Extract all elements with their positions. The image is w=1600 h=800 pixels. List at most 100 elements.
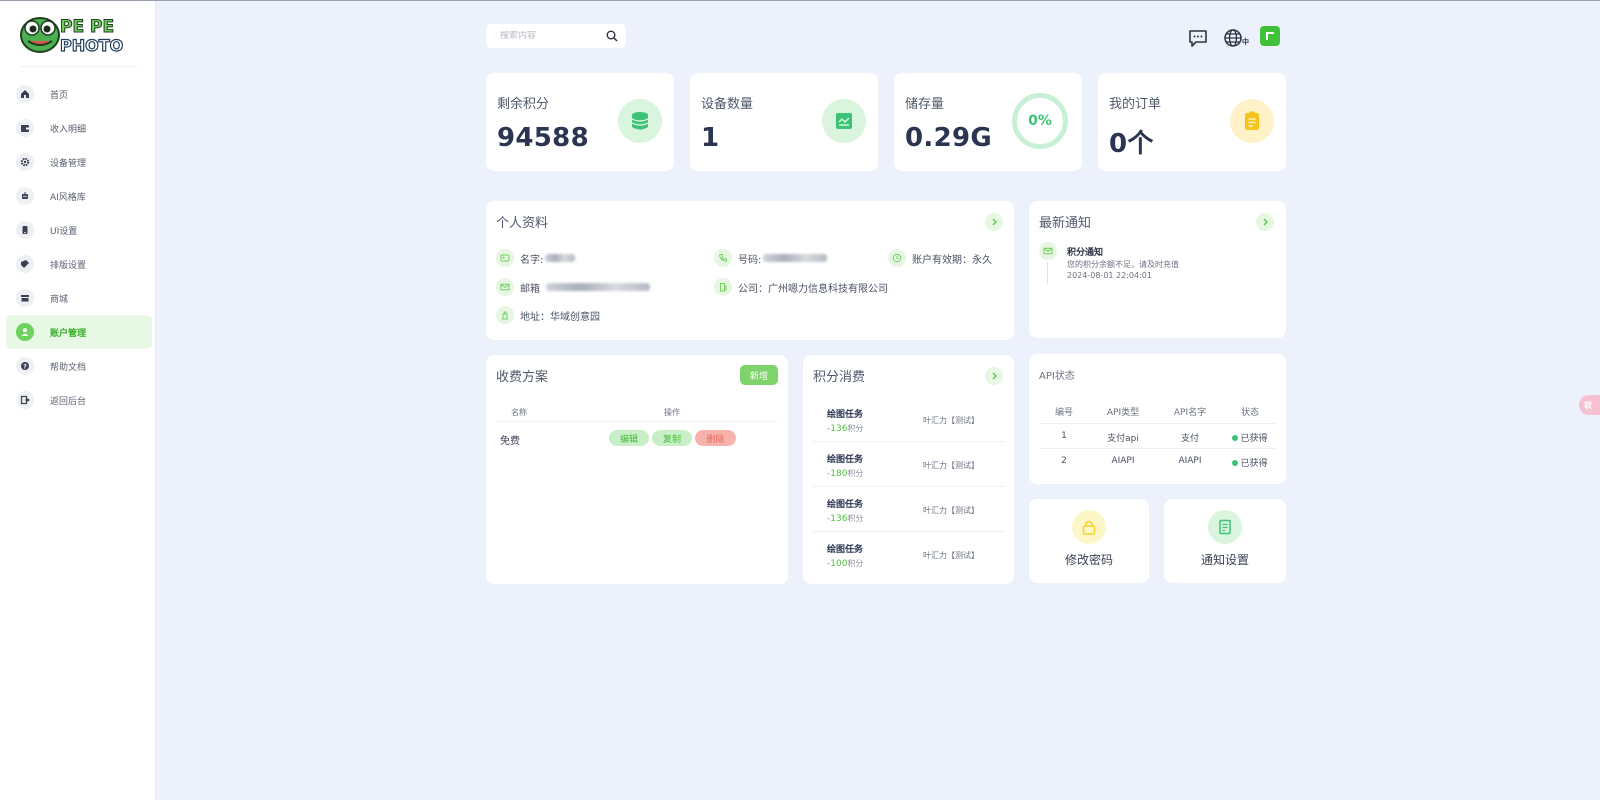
floating-tool-label: 软 [1584, 400, 1592, 410]
column-header-api-type: API类型 [1106, 408, 1140, 418]
storage-percent: 0% [1028, 113, 1052, 129]
lock-icon [1072, 510, 1106, 544]
api-row-id: 2 [1061, 456, 1067, 466]
phone-icon [16, 221, 34, 239]
profile-validity: 账户有效期：永久 [888, 249, 992, 267]
id-card-icon [496, 249, 514, 267]
stat-card-points: 剩余积分 94588 [486, 73, 674, 171]
add-plan-button[interactable]: 新增 [740, 365, 778, 385]
points-more-button[interactable] [985, 367, 1003, 385]
table-divider [1039, 423, 1276, 424]
sidebar-item-store[interactable]: 商城 [6, 281, 152, 315]
sidebar-item-label: AI风格库 [50, 192, 86, 203]
copy-button[interactable]: 复制 [652, 430, 692, 446]
task-name: 绘图任务 [827, 500, 864, 510]
address-text: 地址：华域创意园 [520, 311, 600, 323]
profile-title: 个人资料 [496, 216, 549, 231]
status-badge: 已获得 [1226, 456, 1274, 469]
api-row-type: AIAPI [1111, 456, 1135, 466]
svg-text:PHOTO: PHOTO [60, 36, 123, 55]
task-user: 叶汇力【测试】 [923, 461, 979, 470]
stat-label: 剩余积分 [497, 97, 550, 112]
api-row-name: AIAPI [1178, 456, 1202, 466]
sidebar-item-help[interactable]: ? 帮助文档 [6, 349, 152, 383]
app-icon[interactable] [1260, 26, 1280, 46]
status-dot [1232, 459, 1239, 466]
list-item[interactable]: 绘图任务 -100积分 叶汇力【测试】 [813, 533, 1005, 577]
phone-icon [714, 249, 732, 267]
list-item[interactable]: 绘图任务 -136积分 叶汇力【测试】 [813, 398, 1005, 442]
sidebar-item-back[interactable]: 返回后台 [6, 383, 152, 417]
mail-icon [496, 278, 514, 296]
points-value: -100积分 [827, 559, 864, 569]
sidebar-item-ui-settings[interactable]: UI设置 [6, 213, 152, 247]
email-label: 邮箱 [520, 283, 540, 295]
stat-value: 1 [701, 123, 720, 153]
database-icon [618, 99, 662, 143]
notice-item-time: 2024-08-01 22:04:01 [1067, 271, 1152, 280]
store-icon [16, 289, 34, 307]
exit-icon [16, 391, 34, 409]
sidebar-item-label: 设备管理 [50, 158, 87, 169]
list-item[interactable]: 绘图任务 -180积分 叶汇力【测试】 [813, 443, 1005, 487]
points-usage-title: 积分消费 [813, 370, 866, 385]
api-status-title: API状态 [1039, 371, 1075, 382]
ai-style-icon [16, 187, 34, 205]
column-header-status: 状态 [1240, 408, 1259, 418]
sidebar-item-ai-style[interactable]: AI风格库 [6, 179, 152, 213]
sidebar-item-label: 商城 [50, 294, 69, 305]
stat-card-storage: 储存量 0.29G 0% [894, 73, 1082, 171]
table-divider [496, 421, 778, 422]
sidebar-item-home[interactable]: 首页 [6, 77, 152, 111]
pepe-photo-logo[interactable]: PE PE PHOTO [20, 13, 128, 57]
delete-button[interactable]: 删除 [695, 430, 736, 446]
stat-value: 94588 [497, 123, 589, 153]
message-icon[interactable] [1187, 27, 1209, 49]
sidebar-item-layout[interactable]: 排版设置 [6, 247, 152, 281]
sidebar-item-devices[interactable]: 设备管理 [6, 145, 152, 179]
chevron-right-icon [992, 218, 997, 226]
sidebar-item-account[interactable]: 账户管理 [6, 315, 152, 349]
search-input[interactable] [500, 31, 600, 41]
points-value: -136积分 [827, 424, 864, 434]
profile-more-button[interactable] [985, 213, 1003, 231]
profile-email: 邮箱 [496, 278, 650, 296]
search-icon[interactable] [606, 30, 618, 42]
table-divider [1039, 448, 1276, 449]
logo-divider [20, 66, 138, 67]
home-icon [16, 85, 34, 103]
task-name: 绘图任务 [827, 410, 864, 420]
list-item[interactable]: 绘图任务 -136积分 叶汇力【测试】 [813, 488, 1005, 532]
sidebar-item-label: 帮助文档 [50, 362, 87, 373]
stat-value: 0.29G [905, 123, 992, 153]
fee-plan-title: 收费方案 [496, 370, 549, 385]
floating-tool-tab[interactable]: 软 [1579, 395, 1600, 415]
fee-plan-card: 收费方案 [486, 355, 788, 584]
gear-icon [16, 153, 34, 171]
profile-phone: 号码: [714, 249, 828, 267]
edit-button[interactable]: 编辑 [609, 430, 649, 446]
sidebar-item-income[interactable]: 收入明细 [6, 111, 152, 145]
language-indicator[interactable]: 中 [1242, 37, 1249, 47]
company-text: 公司：广州嗯力信息科技有限公司 [738, 283, 888, 295]
task-user: 叶汇力【测试】 [923, 551, 979, 560]
sidebar-item-label: 首页 [50, 90, 69, 101]
sidebar-item-label: 收入明细 [50, 124, 87, 135]
notice-item-title[interactable]: 积分通知 [1067, 245, 1103, 258]
globe-icon[interactable] [1222, 27, 1244, 49]
sidebar-item-label: UI设置 [50, 226, 78, 237]
device-icon [822, 99, 866, 143]
wallet-icon [16, 119, 34, 137]
notice-more-button[interactable] [1256, 213, 1274, 231]
validity-text: 账户有效期：永久 [912, 254, 992, 266]
svg-text:PE PE: PE PE [60, 17, 114, 37]
status-badge: 已获得 [1226, 431, 1274, 444]
sidebar: PE PE PHOTO 首页 收入明细 设备管理 AI风格库 UI设置 排版设置 [0, 1, 156, 800]
api-row-name: 支付 [1180, 434, 1199, 444]
phone-label: 号码: [738, 254, 762, 266]
stat-label: 储存量 [905, 97, 945, 112]
sidebar-item-label: 排版设置 [50, 260, 87, 271]
sidebar-item-label: 返回后台 [50, 396, 87, 407]
plan-name: 免费 [500, 436, 520, 447]
document-settings-icon [1208, 510, 1242, 544]
